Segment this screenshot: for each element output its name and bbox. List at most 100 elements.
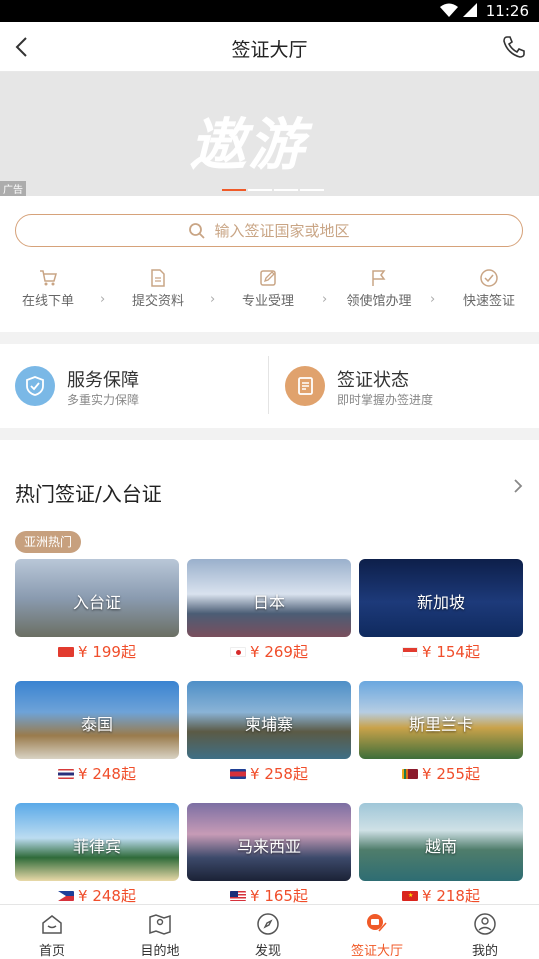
visa-card-price: ¥ 258起 (187, 763, 351, 784)
step-label: 快速签证 (462, 294, 515, 309)
price-text: ¥ 218起 (422, 887, 480, 904)
status-time: 11:26 (485, 2, 529, 20)
tab-destination[interactable]: 目的地 (115, 911, 205, 959)
step-fast-visa: 快速签证 (439, 268, 539, 309)
tab-label: 发现 (254, 944, 281, 959)
hot-visa-section: 热门签证/入台证 亚洲热门 入台证 ¥ 199起 日本 ¥ 269起 新加坡 ¥… (0, 440, 539, 904)
tab-discover[interactable]: 发现 (223, 911, 313, 959)
profile-icon (474, 913, 496, 935)
chevron-right-icon[interactable] (511, 476, 525, 496)
ad-label: 广告 (0, 181, 26, 196)
region-tag[interactable]: 亚洲热门 (15, 531, 82, 553)
service-subtitle: 即时掌握办签进度 (337, 393, 434, 407)
visa-card-name: 菲律宾 (72, 837, 121, 856)
visa-card[interactable]: 越南 ★ ¥ 218起 (359, 803, 523, 904)
service-title: 服务保障 (67, 370, 139, 391)
status-bar: 11:26 (0, 0, 539, 22)
visa-card-image: 越南 (359, 803, 523, 881)
status-icons (440, 3, 477, 17)
shield-icon (26, 376, 44, 396)
phone-icon[interactable] (501, 34, 527, 60)
visa-card[interactable]: 日本 ¥ 269起 (187, 559, 351, 662)
visa-card-name: 日本 (252, 593, 285, 612)
indicator-dot-active (222, 189, 246, 191)
flag-icon (230, 890, 247, 901)
check-circle-icon (480, 269, 498, 287)
process-steps: 在线下单 › 提交资料 › 专业受理 › 领使馆办理 › 快速签证 (0, 268, 539, 309)
service-status-badge (285, 366, 325, 406)
tab-visa-hall[interactable]: 签证大厅 (332, 911, 422, 959)
visa-card-image: 入台证 (15, 559, 179, 637)
step-label: 提交资料 (131, 294, 184, 309)
flag-icon: ★ (402, 890, 419, 901)
page-title: 签证大厅 (231, 39, 308, 61)
tab-label: 目的地 (140, 944, 180, 959)
bottom-tab-bar: 首页 目的地 发现 签证大厅 我的 (0, 904, 539, 959)
indicator-dot (248, 189, 272, 191)
flag-icon (402, 646, 419, 657)
document-icon (151, 269, 165, 287)
tab-label: 我的 (471, 944, 498, 959)
visa-card-price: ¥ 199起 (15, 641, 179, 662)
step-label: 领使馆办理 (346, 294, 412, 309)
indicator-dot (300, 189, 324, 191)
visa-card[interactable]: 泰国 ¥ 248起 (15, 681, 179, 784)
service-guarantee[interactable]: 服务保障 多重实力保障 (15, 364, 255, 408)
banner-logo: 遨游 (190, 113, 306, 178)
step-processing: 专业受理 (218, 268, 318, 309)
visa-card-image: 斯里兰卡 (359, 681, 523, 759)
visa-card[interactable]: 马来西亚 ¥ 165起 (187, 803, 351, 904)
search-section: 输入签证国家或地区 在线下单 › 提交资料 › 专业受理 › 领使馆办理 › 快… (0, 196, 539, 332)
flag-icon (58, 768, 75, 779)
price-text: ¥ 258起 (250, 765, 308, 783)
tab-home[interactable]: 首页 (7, 911, 97, 959)
search-placeholder: 输入签证国家或地区 (214, 222, 350, 240)
wifi-icon (440, 3, 458, 17)
visa-card[interactable]: 柬埔寨 ¥ 258起 (187, 681, 351, 784)
visa-card-image: 泰国 (15, 681, 179, 759)
compass-icon (257, 913, 279, 935)
flag-icon (58, 890, 75, 901)
flag-icon (230, 768, 247, 779)
home-icon (42, 915, 62, 934)
step-submit-docs: 提交资料 (108, 268, 208, 309)
flag-icon (58, 646, 75, 657)
banner[interactable]: 遨游 广告 (0, 72, 539, 196)
tab-label: 签证大厅 (350, 944, 403, 959)
price-text: ¥ 248起 (78, 887, 136, 904)
visa-card-name: 越南 (424, 837, 457, 856)
visa-card[interactable]: 斯里兰卡 ¥ 255起 (359, 681, 523, 784)
visa-card-image: 菲律宾 (15, 803, 179, 881)
price-text: ¥ 199起 (78, 643, 136, 661)
visa-card[interactable]: 菲律宾 ¥ 248起 (15, 803, 179, 904)
visa-card[interactable]: 新加坡 ¥ 154起 (359, 559, 523, 662)
flag-icon (402, 768, 419, 779)
visa-card-name: 新加坡 (416, 593, 465, 612)
doc-status-icon (298, 377, 313, 395)
edit-icon (260, 270, 276, 286)
step-arrow-icon: › (430, 292, 436, 307)
nav-bar: 签证大厅 (0, 22, 539, 72)
search-input[interactable]: 输入签证国家或地区 (15, 214, 523, 247)
step-embassy: 领使馆办理 (329, 268, 429, 309)
search-icon (189, 222, 206, 239)
price-text: ¥ 154起 (422, 643, 480, 661)
tab-profile[interactable]: 我的 (440, 911, 530, 959)
visa-card[interactable]: 入台证 ¥ 199起 (15, 559, 179, 662)
banner-indicator (222, 189, 324, 191)
signal-icon (463, 3, 477, 17)
visa-card-image: 日本 (187, 559, 351, 637)
visa-card-price: ★ ¥ 218起 (359, 885, 523, 904)
service-visa-status[interactable]: 签证状态 即时掌握办签进度 (285, 364, 525, 408)
visa-icon (367, 914, 387, 932)
step-online-order: 在线下单 (0, 268, 98, 309)
visa-card-image: 新加坡 (359, 559, 523, 637)
services-panel: 服务保障 多重实力保障 签证状态 即时掌握办签进度 (0, 344, 539, 428)
visa-card-name: 马来西亚 (236, 837, 301, 856)
indicator-dot (274, 189, 298, 191)
service-title: 签证状态 (337, 370, 409, 391)
price-text: ¥ 269起 (250, 643, 308, 661)
section-heading: 热门签证/入台证 (15, 482, 162, 506)
visa-card-name: 斯里兰卡 (408, 715, 473, 734)
step-arrow-icon: › (322, 292, 328, 307)
